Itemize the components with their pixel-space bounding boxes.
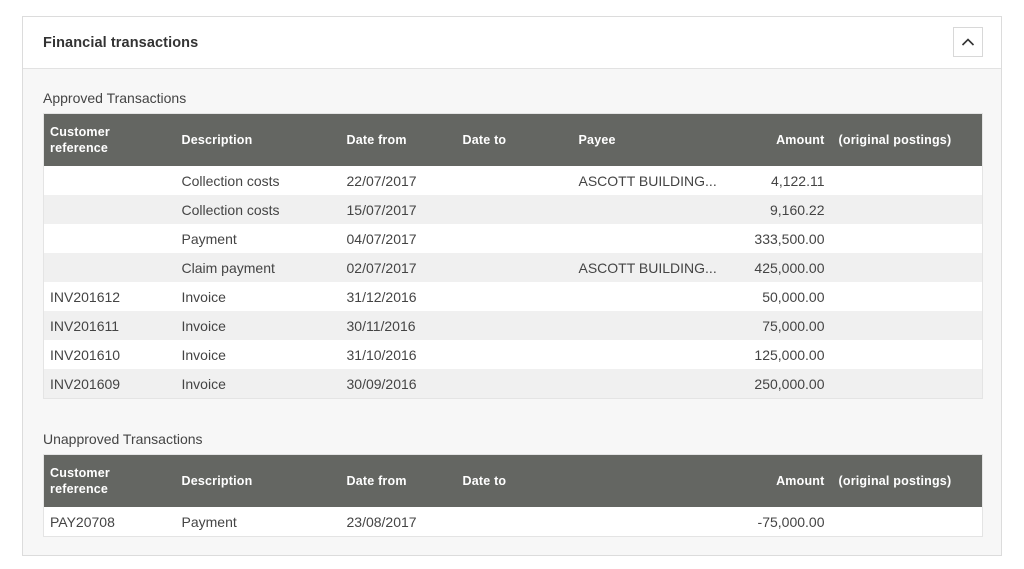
table-row[interactable]: Payment 04/07/2017 333,500.00 (43, 224, 983, 253)
payee-cell: ASCOTT BUILDING... (572, 166, 732, 195)
date-to-cell (456, 253, 573, 282)
date-to-cell (456, 282, 573, 311)
description-cell: Collection costs (175, 195, 341, 224)
date-from-cell: 04/07/2017 (340, 224, 457, 253)
table-row[interactable]: INV201609 Invoice 30/09/2016 250,000.00 (43, 369, 983, 399)
original-postings-cell (832, 340, 983, 369)
table-row[interactable]: INV201610 Invoice 31/10/2016 125,000.00 (43, 340, 983, 369)
column-date-to-header: Date to (456, 113, 573, 166)
customer-reference-cell (43, 253, 176, 282)
column-date-from-header: Date from (340, 113, 457, 166)
column-payee-header: Payee (572, 113, 732, 166)
description-cell: Invoice (175, 340, 341, 369)
amount-cell: 9,160.22 (731, 195, 833, 224)
customer-reference-cell (43, 166, 176, 195)
original-postings-cell (832, 224, 983, 253)
original-postings-cell (832, 507, 983, 537)
description-cell: Invoice (175, 369, 341, 399)
unapproved-transactions-label: Unapproved Transactions (43, 431, 203, 447)
table-row[interactable]: Collection costs 15/07/2017 9,160.22 (43, 195, 983, 224)
date-to-cell (456, 166, 573, 195)
customer-reference-cell: PAY20708 (43, 507, 176, 537)
table-header-row: Customer reference Description Date from Da… (43, 454, 983, 507)
original-postings-cell (832, 311, 983, 340)
description-cell: Payment (175, 507, 341, 537)
customer-reference-cell: INV201611 (43, 311, 176, 340)
description-cell: Payment (175, 224, 341, 253)
date-to-cell (456, 369, 573, 399)
approved-transactions-table: Customer reference Description Date from Da… (43, 113, 983, 399)
date-to-cell (456, 195, 573, 224)
column-description-header: Description (175, 454, 341, 507)
collapse-button[interactable] (953, 27, 983, 57)
column-date-to-header: Date to (456, 454, 573, 507)
date-from-cell: 30/11/2016 (340, 311, 457, 340)
date-to-cell (456, 507, 573, 537)
date-from-cell: 31/10/2016 (340, 340, 457, 369)
panel-title: Financial transactions (43, 35, 199, 51)
date-from-cell: 23/08/2017 (340, 507, 457, 537)
payee-cell (572, 224, 732, 253)
payee-cell (572, 369, 732, 399)
table-row[interactable]: PAY20708 Payment 23/08/2017 -75,000.00 (43, 507, 983, 537)
date-from-cell: 15/07/2017 (340, 195, 457, 224)
date-to-cell (456, 224, 573, 253)
chevron-up-icon (961, 38, 975, 46)
payee-cell: ASCOTT BUILDING... (572, 253, 732, 282)
amount-cell: 333,500.00 (731, 224, 833, 253)
payee-cell (572, 195, 732, 224)
original-postings-cell (832, 369, 983, 399)
description-cell: Invoice (175, 282, 341, 311)
description-cell: Collection costs (175, 166, 341, 195)
original-postings-cell (832, 282, 983, 311)
amount-cell: 125,000.00 (731, 340, 833, 369)
customer-reference-cell: INV201610 (43, 340, 176, 369)
date-from-cell: 30/09/2016 (340, 369, 457, 399)
unapproved-transactions-table: Customer reference Description Date from Da… (43, 454, 983, 537)
customer-reference-cell: INV201609 (43, 369, 176, 399)
amount-cell: 250,000.00 (731, 369, 833, 399)
table-row[interactable]: Collection costs 22/07/2017 ASCOTT BUILDIN… (43, 166, 983, 195)
table-row[interactable]: INV201612 Invoice 31/12/2016 50,000.00 (43, 282, 983, 311)
amount-cell: 4,122.11 (731, 166, 833, 195)
column-original-postings-header: (original postings) (832, 454, 983, 507)
column-date-from-header: Date from (340, 454, 457, 507)
description-cell: Claim payment (175, 253, 341, 282)
table-header-row: Customer reference Description Date from Da… (43, 113, 983, 166)
payee-cell (572, 507, 732, 537)
payee-cell (572, 282, 732, 311)
amount-cell: 425,000.00 (731, 253, 833, 282)
date-to-cell (456, 340, 573, 369)
date-from-cell: 02/07/2017 (340, 253, 457, 282)
table-row[interactable]: Claim payment 02/07/2017 ASCOTT BUILDING..… (43, 253, 983, 282)
column-original-postings-header: (original postings) (832, 113, 983, 166)
date-to-cell (456, 311, 573, 340)
column-customer-reference-header: Customer reference (43, 454, 176, 507)
table-row[interactable]: INV201611 Invoice 30/11/2016 75,000.00 (43, 311, 983, 340)
date-from-cell: 22/07/2017 (340, 166, 457, 195)
customer-reference-cell (43, 224, 176, 253)
panel-header: Financial transactions (23, 17, 1001, 69)
column-payee-header (572, 454, 732, 507)
column-amount-header: Amount (731, 454, 833, 507)
original-postings-cell (832, 195, 983, 224)
customer-reference-cell (43, 195, 176, 224)
financial-transactions-panel: Financial transactions Approved Transact… (22, 16, 1002, 556)
approved-transactions-label: Approved Transactions (43, 90, 187, 106)
column-customer-reference-header: Customer reference (43, 113, 176, 166)
amount-cell: 50,000.00 (731, 282, 833, 311)
payee-cell (572, 340, 732, 369)
original-postings-cell (832, 253, 983, 282)
amount-cell: -75,000.00 (731, 507, 833, 537)
original-postings-cell (832, 166, 983, 195)
customer-reference-cell: INV201612 (43, 282, 176, 311)
column-amount-header: Amount (731, 113, 833, 166)
payee-cell (572, 311, 732, 340)
description-cell: Invoice (175, 311, 341, 340)
amount-cell: 75,000.00 (731, 311, 833, 340)
column-description-header: Description (175, 113, 341, 166)
date-from-cell: 31/12/2016 (340, 282, 457, 311)
